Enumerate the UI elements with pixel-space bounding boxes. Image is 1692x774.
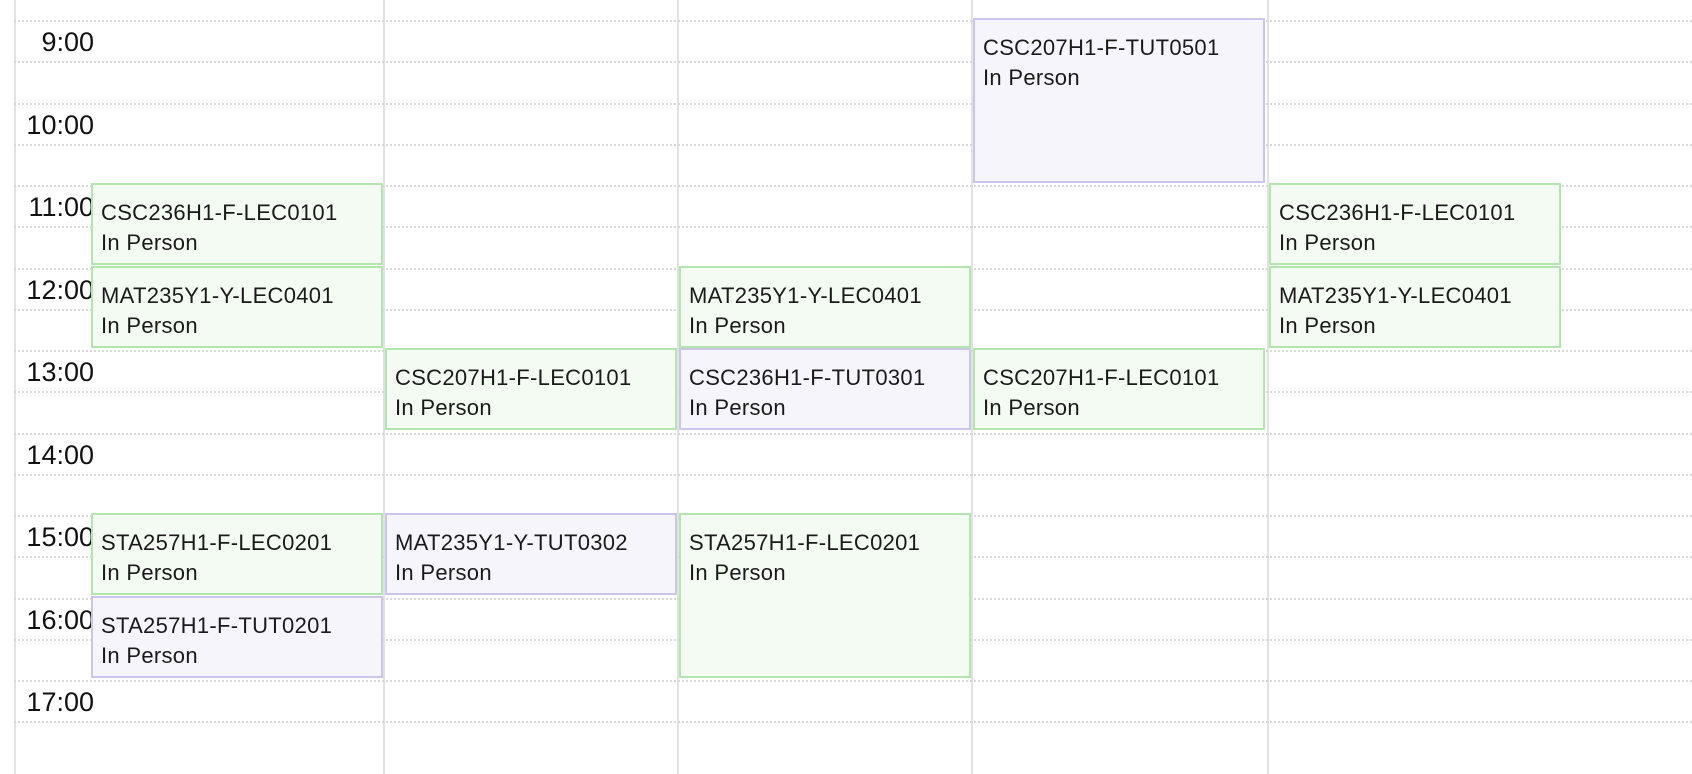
- hour-label: 10:00: [26, 109, 94, 140]
- hour-gridline: [14, 20, 1692, 22]
- hour-label: 9:00: [41, 27, 94, 57]
- event-course-code: STA257H1-F-TUT0201: [101, 612, 333, 638]
- event-delivery-mode: In Person: [395, 395, 492, 420]
- event-delivery-mode: In Person: [689, 395, 786, 420]
- event-delivery-mode: In Person: [101, 642, 198, 668]
- hour-gridline: [14, 102, 1692, 105]
- event-delivery-mode: In Person: [101, 230, 198, 255]
- hour-gridline: [14, 432, 1692, 435]
- event-delivery-mode: In Person: [689, 560, 786, 585]
- half-hour-gridline: [14, 721, 1692, 724]
- lecture-event-block[interactable]: MAT235Y1-Y-LEC0401 In Person: [679, 265, 971, 348]
- hour-label: 14:00: [26, 439, 94, 470]
- lecture-event-block[interactable]: CSC236H1-F-LEC0101 In Person: [1269, 183, 1561, 265]
- event-course-code: CSC207H1-F-LEC0101: [983, 365, 1220, 390]
- event-course-code: CSC236H1-F-LEC0101: [1279, 200, 1516, 225]
- tutorial-event-block[interactable]: MAT235Y1-Y-TUT0302 In Person: [385, 513, 677, 595]
- event-course-code: MAT235Y1-Y-TUT0302: [395, 530, 628, 555]
- event-course-code: MAT235Y1-Y-LEC0401: [1279, 282, 1512, 308]
- day-column-divider: [1267, 0, 1269, 774]
- event-delivery-mode: In Person: [395, 560, 492, 585]
- hour-label: 13:00: [26, 357, 94, 387]
- hour-label: 12:00: [26, 274, 94, 305]
- lecture-event-block[interactable]: STA257H1-F-LEC0201 In Person: [91, 513, 383, 595]
- tutorial-event-block[interactable]: STA257H1-F-TUT0201 In Person: [91, 595, 383, 678]
- event-delivery-mode: In Person: [101, 560, 198, 585]
- hour-label: 15:00: [26, 522, 94, 552]
- event-course-code: CSC236H1-F-TUT0301: [689, 365, 926, 390]
- event-course-code: CSC236H1-F-LEC0101: [101, 200, 338, 225]
- lecture-event-block[interactable]: CSC236H1-F-LEC0101 In Person: [91, 183, 383, 265]
- lecture-event-block[interactable]: MAT235Y1-Y-LEC0401 In Person: [1269, 265, 1561, 348]
- tutorial-event-block[interactable]: CSC207H1-F-TUT0501 In Person: [973, 18, 1265, 183]
- lecture-event-block[interactable]: STA257H1-F-LEC0201 In Person: [679, 513, 971, 678]
- event-delivery-mode: In Person: [1279, 312, 1376, 338]
- lecture-event-block[interactable]: MAT235Y1-Y-LEC0401 In Person: [91, 265, 383, 348]
- event-course-code: STA257H1-F-LEC0201: [689, 530, 921, 555]
- half-hour-gridline: [14, 61, 1692, 64]
- event-course-code: MAT235Y1-Y-LEC0401: [689, 282, 922, 308]
- half-hour-gridline: [14, 143, 1692, 146]
- tutorial-event-block[interactable]: CSC236H1-F-TUT0301 In Person: [679, 348, 971, 430]
- hour-label: 16:00: [26, 604, 94, 635]
- event-course-code: MAT235Y1-Y-LEC0401: [101, 282, 334, 308]
- event-delivery-mode: In Person: [983, 65, 1080, 90]
- event-delivery-mode: In Person: [1279, 230, 1376, 255]
- event-delivery-mode: In Person: [101, 312, 198, 338]
- hour-gridline: [14, 680, 1692, 682]
- event-delivery-mode: In Person: [983, 395, 1080, 420]
- week-calendar-grid: 9:00 10:00 11:00 12:00 13:00 14:00 15:00 16:00 1…: [0, 0, 1692, 774]
- event-course-code: CSC207H1-F-TUT0501: [983, 35, 1220, 60]
- event-course-code: CSC207H1-F-LEC0101: [395, 365, 632, 390]
- event-delivery-mode: In Person: [689, 312, 786, 338]
- lecture-event-block[interactable]: CSC207H1-F-LEC0101 In Person: [385, 348, 677, 430]
- hour-label: 11:00: [28, 192, 94, 222]
- hour-label: 17:00: [26, 687, 94, 717]
- event-course-code: STA257H1-F-LEC0201: [101, 530, 333, 555]
- lecture-event-block[interactable]: CSC207H1-F-LEC0101 In Person: [973, 348, 1265, 430]
- half-hour-gridline: [14, 473, 1692, 476]
